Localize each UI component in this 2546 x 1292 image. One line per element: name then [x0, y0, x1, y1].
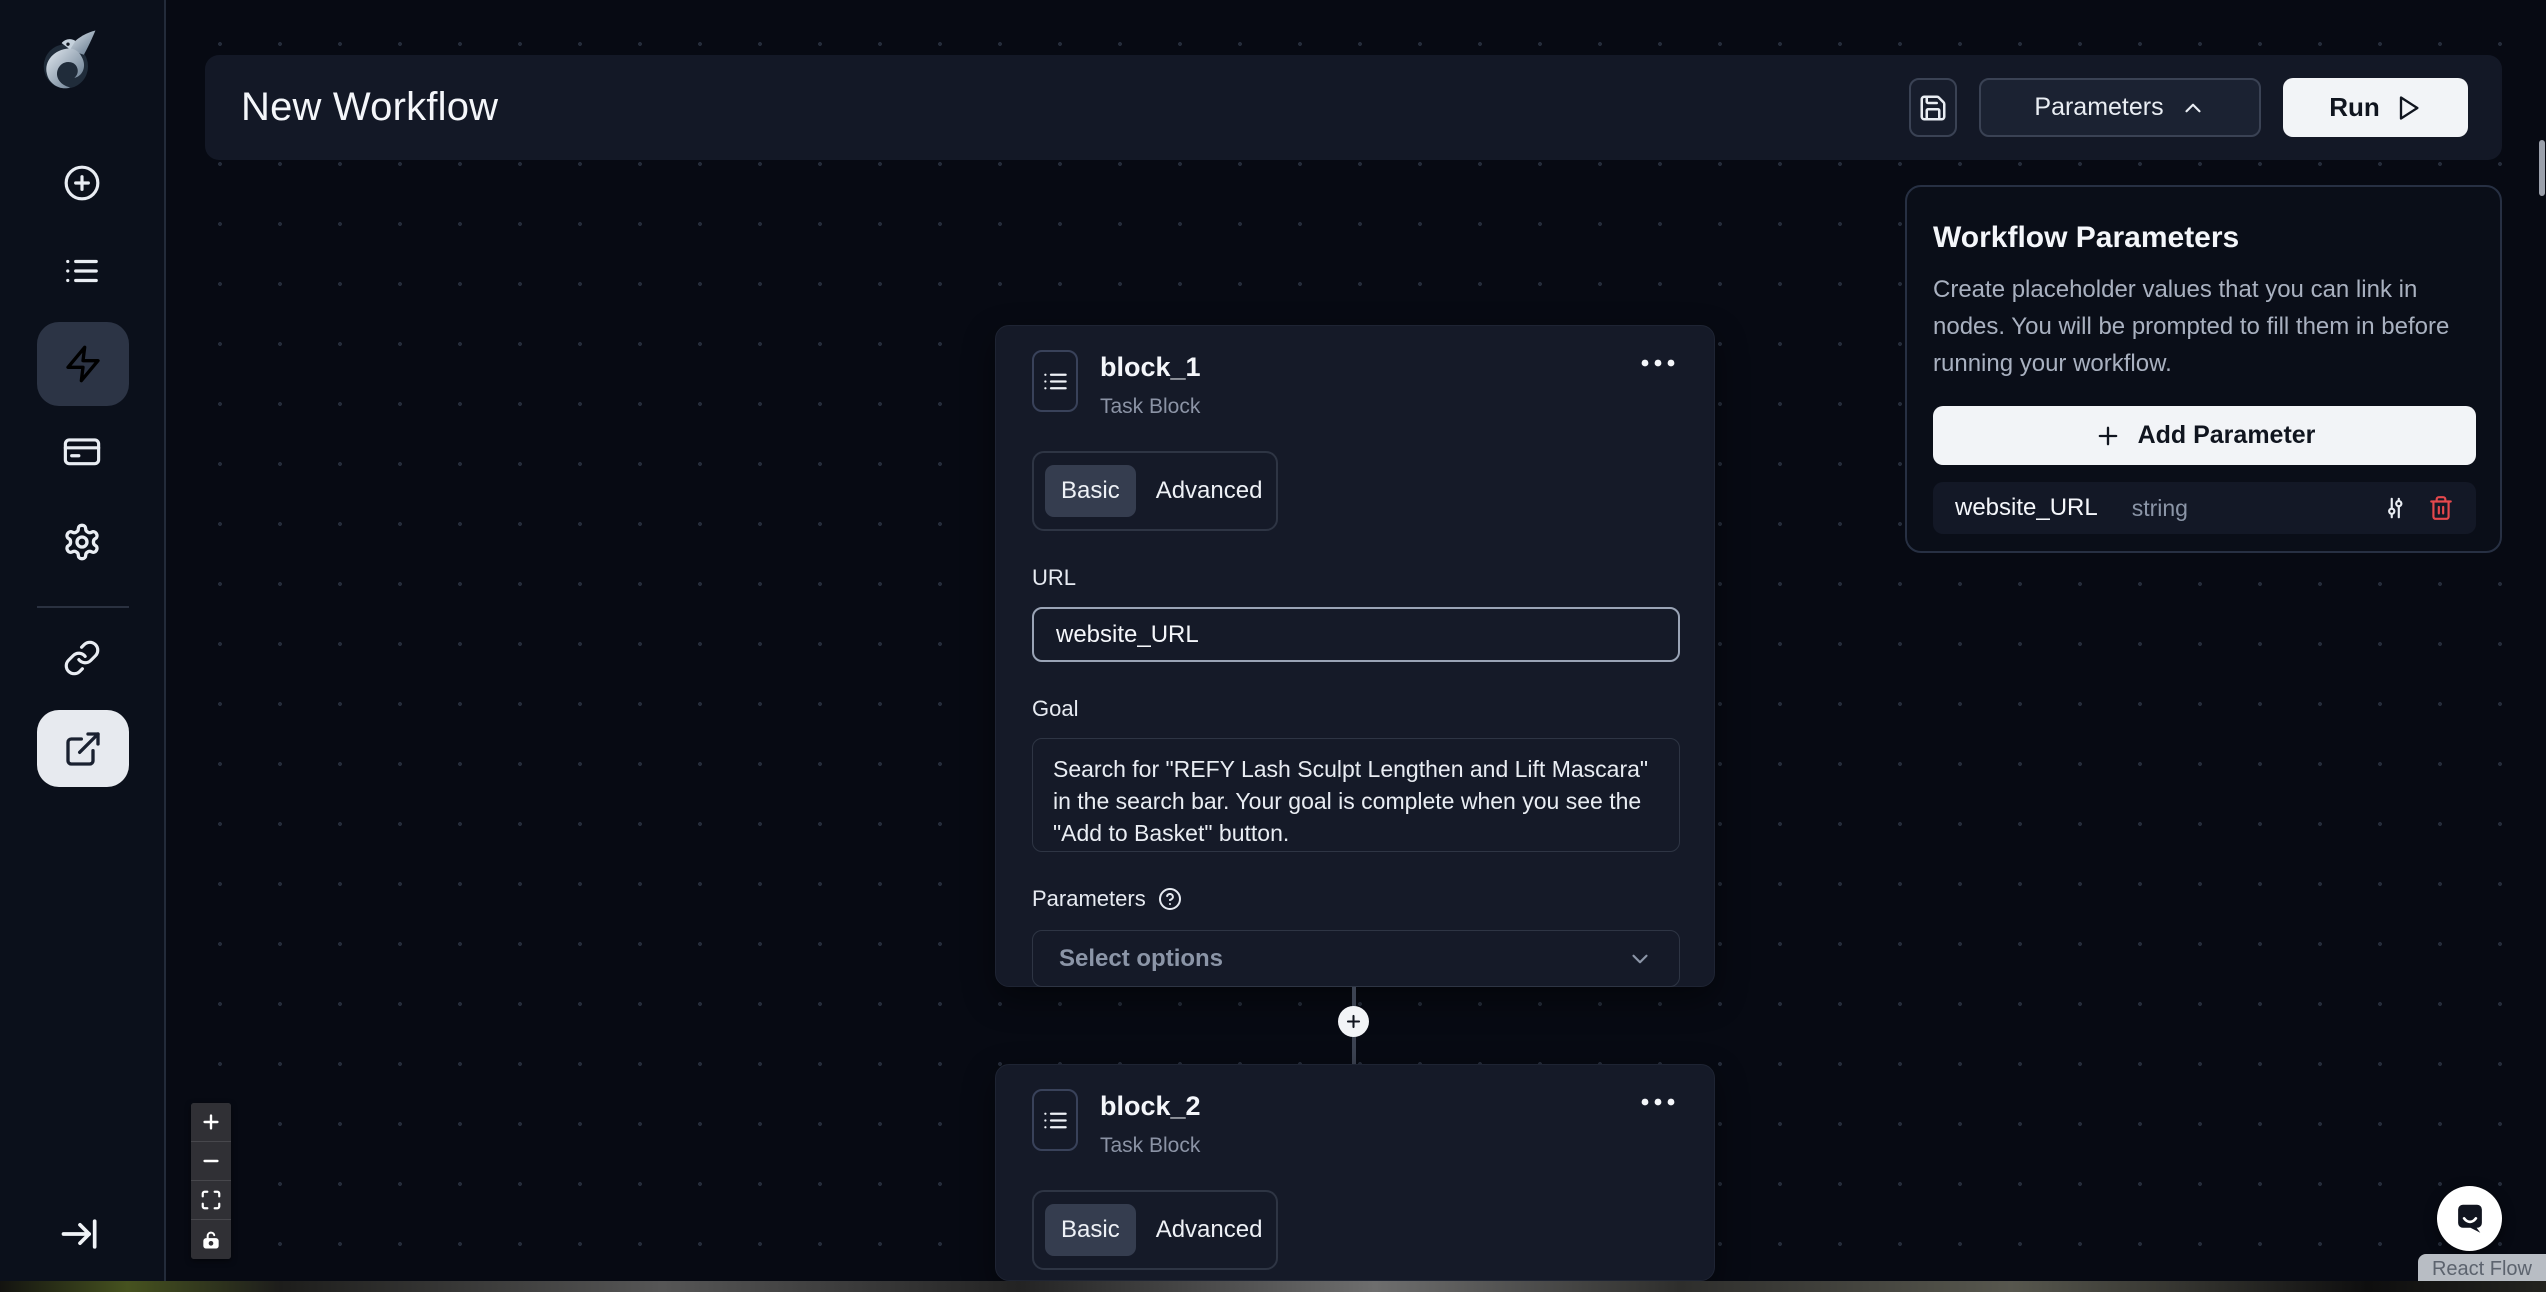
parameters-select[interactable]: Select options [1032, 930, 1680, 987]
fit-view-button[interactable] [191, 1181, 231, 1220]
block-tabs: Basic Advanced [1032, 1190, 1278, 1270]
play-icon [2394, 94, 2422, 122]
workflow-parameters-panel: Workflow Parameters Create placeholder v… [1905, 185, 2502, 553]
page-title: New Workflow [241, 85, 498, 130]
expand-sidebar-icon[interactable] [58, 1212, 102, 1256]
run-button[interactable]: Run [2283, 78, 2468, 137]
runs-list-icon[interactable] [63, 252, 101, 290]
lock-toggle-button[interactable] [191, 1220, 231, 1259]
settings-gear-icon[interactable] [62, 522, 102, 562]
chevron-up-icon [2180, 95, 2206, 121]
sidebar [0, 0, 166, 1281]
desktop-wallpaper-strip [0, 1281, 2546, 1292]
block-title[interactable]: block_1 [1100, 352, 1201, 383]
edit-parameter-sliders-icon[interactable] [2382, 495, 2408, 521]
block-type-iconbox [1032, 350, 1078, 412]
block-type-label: Task Block [1100, 1134, 1201, 1158]
block-menu-ellipsis-icon[interactable] [1638, 350, 1678, 375]
external-link-icon [63, 729, 103, 769]
task-block-node-1[interactable]: block_1 Task Block Basic Advanced URL Go… [995, 325, 1715, 987]
panel-description: Create placeholder values that you can l… [1933, 271, 2473, 382]
url-input[interactable] [1032, 607, 1680, 662]
block-menu-ellipsis-icon[interactable] [1638, 1089, 1678, 1114]
parameter-type: string [2132, 495, 2188, 522]
lightning-icon [63, 344, 103, 384]
add-parameter-button[interactable]: Add Parameter [1933, 406, 2476, 465]
tab-advanced[interactable]: Advanced [1140, 1204, 1279, 1256]
plus-icon [2094, 422, 2122, 450]
panel-title: Workflow Parameters [1933, 221, 2472, 255]
zoom-out-button[interactable] [191, 1142, 231, 1181]
save-button[interactable] [1909, 78, 1957, 137]
add-parameter-label: Add Parameter [2138, 421, 2316, 450]
chat-bubble-icon [2451, 1200, 2489, 1238]
tab-advanced[interactable]: Advanced [1140, 465, 1279, 517]
chat-messenger-button[interactable] [2437, 1186, 2502, 1251]
parameters-button-label: Parameters [2034, 93, 2163, 122]
parameters-label: Parameters [1032, 886, 1146, 912]
add-block-between-button[interactable] [1338, 1006, 1369, 1037]
task-block-node-2[interactable]: block_2 Task Block Basic Advanced [995, 1064, 1715, 1281]
url-label: URL [1032, 565, 1678, 591]
chevron-down-icon [1627, 946, 1653, 972]
link-icon[interactable] [63, 639, 101, 677]
help-circle-icon[interactable] [1158, 887, 1182, 911]
block-type-iconbox [1032, 1089, 1078, 1151]
block-tabs: Basic Advanced [1032, 451, 1278, 531]
tab-basic[interactable]: Basic [1045, 465, 1136, 517]
scrollbar-thumb[interactable] [2539, 140, 2545, 196]
save-floppy-icon [1918, 93, 1948, 123]
list-icon [1042, 368, 1069, 395]
workflow-header: New Workflow Parameters Run [205, 55, 2502, 160]
list-icon [1042, 1107, 1069, 1134]
sidebar-item-workflows-active[interactable] [37, 322, 129, 406]
external-link-button[interactable] [37, 710, 129, 787]
canvas-zoom-controls [191, 1103, 231, 1259]
parameters-toggle-button[interactable]: Parameters [1979, 78, 2261, 137]
goal-label: Goal [1032, 696, 1678, 722]
tab-basic[interactable]: Basic [1045, 1204, 1136, 1256]
block-type-label: Task Block [1100, 395, 1201, 419]
block-title[interactable]: block_2 [1100, 1091, 1201, 1122]
goal-textarea[interactable]: Search for "REFY Lash Sculpt Lengthen an… [1032, 738, 1680, 852]
zoom-in-button[interactable] [191, 1103, 231, 1142]
parameter-row[interactable]: website_URL string [1933, 482, 2476, 534]
parameters-select-placeholder: Select options [1059, 945, 1223, 973]
parameter-key: website_URL [1955, 494, 2098, 522]
run-button-label: Run [2329, 92, 2380, 123]
skyvern-dragon-logo[interactable] [30, 22, 106, 98]
plus-icon [1344, 1012, 1363, 1031]
sidebar-divider [37, 606, 129, 608]
credit-card-icon[interactable] [63, 432, 101, 470]
delete-parameter-trash-icon[interactable] [2428, 495, 2454, 521]
create-new-icon[interactable] [63, 164, 101, 202]
